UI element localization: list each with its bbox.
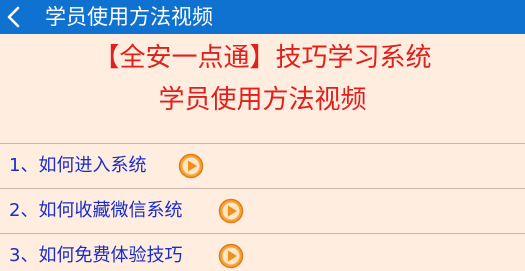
video-item-favorite-wechat[interactable]: 2、如何收藏微信系统 [0, 189, 525, 233]
video-item-free-trial[interactable]: 3、如何免费体验技巧 [0, 234, 525, 271]
video-label: 3、如何免费体验技巧 [9, 245, 183, 266]
video-item-enter-system[interactable]: 1、如何进入系统 [0, 144, 525, 188]
system-title: 【全安一点通】技巧学习系统 [93, 43, 432, 73]
screen: 学员使用方法视频 【全安一点通】技巧学习系统 学员使用方法视频 1、如何进入系统… [0, 0, 525, 271]
video-list: 1、如何进入系统 2、如何收藏微信系统 3、如何免费体验技巧 [0, 143, 525, 271]
video-label: 2、如何收藏微信系统 [9, 200, 183, 221]
section-title: 学员使用方法视频 [158, 85, 367, 115]
play-icon[interactable] [178, 153, 204, 179]
back-button[interactable] [0, 0, 30, 34]
page-title: 学员使用方法视频 [45, 5, 213, 29]
chevron-left-icon [7, 6, 20, 28]
play-icon[interactable] [218, 243, 244, 269]
title-bar: 学员使用方法视频 [0, 0, 525, 34]
video-label: 1、如何进入系统 [9, 155, 147, 176]
play-icon[interactable] [218, 198, 244, 224]
